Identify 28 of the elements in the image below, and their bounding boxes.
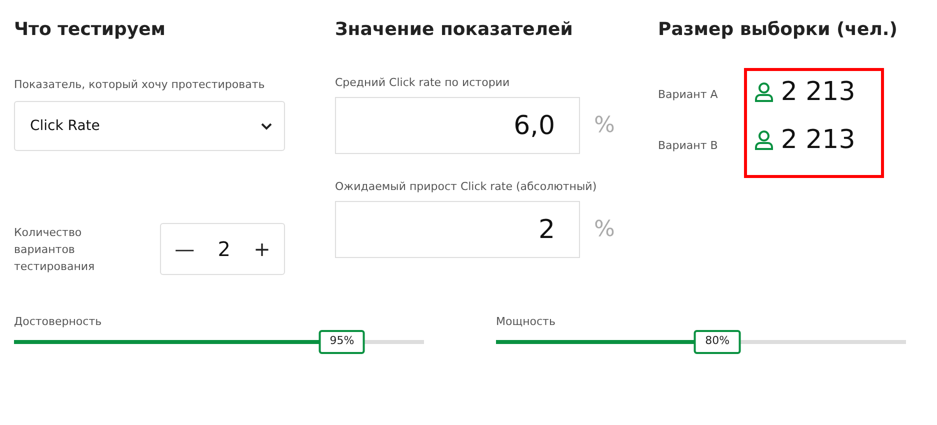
person-icon — [754, 82, 773, 102]
slider-label: Достоверность — [14, 315, 103, 328]
metric-dropdown[interactable]: Click Rate — [14, 101, 285, 151]
unit-label: % — [594, 113, 615, 138]
input-field[interactable]: 2 — [335, 201, 580, 258]
slider-handle[interactable]: 95% — [318, 330, 366, 354]
increment-button[interactable]: + — [250, 237, 274, 261]
field-label: Ожидаемый прирост Click rate (абсолютный) — [335, 179, 598, 195]
decrement-button[interactable]: — — [170, 237, 199, 261]
person-icon — [754, 130, 773, 150]
sample-size: 2 213 — [780, 76, 856, 109]
stepper-value: 2 — [218, 237, 230, 261]
section-heading: Размер выборки (чел.) — [658, 18, 898, 42]
sample-size: 2 213 — [780, 124, 856, 157]
section-heading: Что тестируем — [14, 18, 166, 42]
field-label: Количество вариантов тестирования — [14, 224, 96, 274]
slider-track[interactable]: 95% — [14, 330, 424, 354]
field-label: Средний Click rate по истории — [335, 75, 511, 91]
slider-track[interactable]: 80% — [496, 330, 906, 354]
variant-label: Вариант A — [658, 87, 718, 103]
input-field[interactable]: 6,0 — [335, 97, 580, 154]
field-label: Показатель, который хочу протестировать — [14, 77, 266, 93]
section-heading: Значение показателей — [335, 18, 573, 42]
chevron-down-icon — [261, 122, 272, 130]
slider-label: Мощность — [496, 315, 556, 328]
slider-handle[interactable]: 80% — [694, 330, 741, 354]
variant-label: Вариант B — [658, 138, 718, 154]
unit-label: % — [594, 217, 615, 242]
